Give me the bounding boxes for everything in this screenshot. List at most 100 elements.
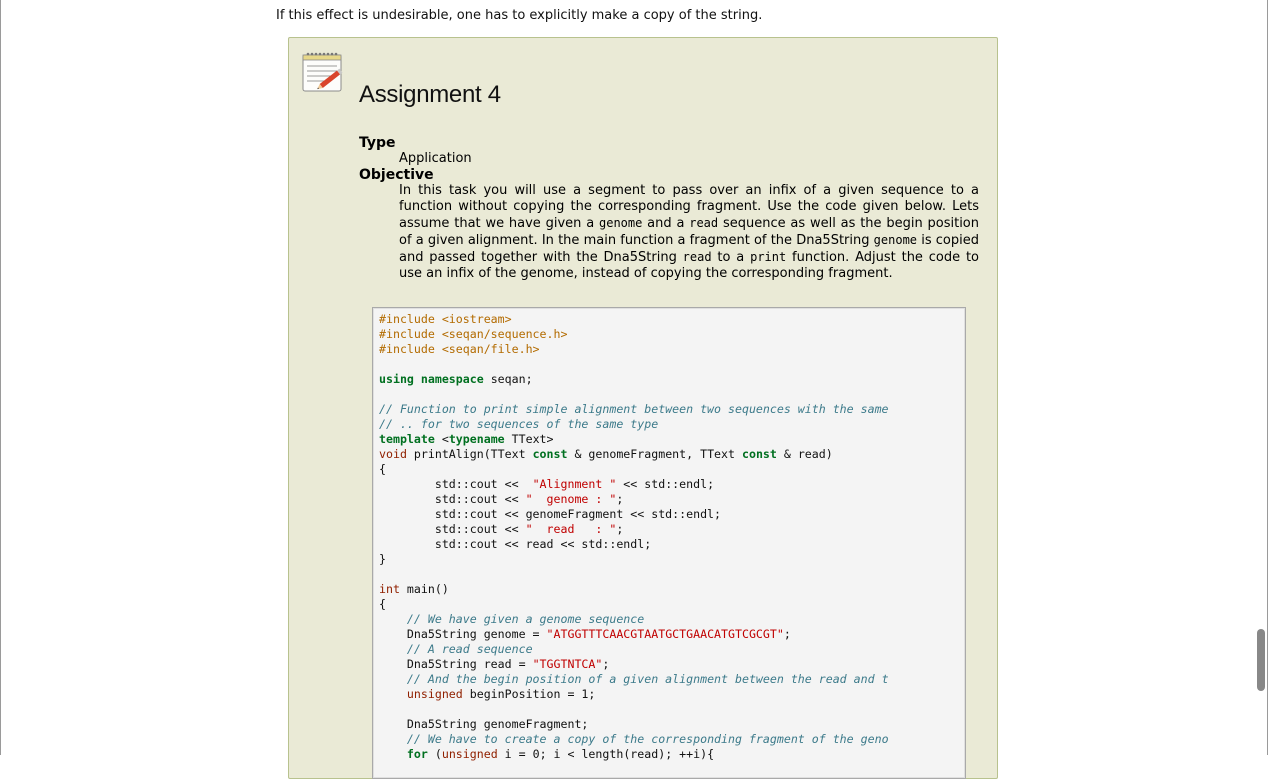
code-listing: #include <iostream> #include <seqan/seque… <box>373 308 965 762</box>
code-line: template <typename TText> <box>379 432 965 447</box>
code-token: ; <box>616 522 624 536</box>
code-token: for <box>406 747 428 761</box>
code-token: // Function to print simple alignment be… <box>379 402 889 416</box>
code-token: { <box>379 597 386 611</box>
code-token: #include <iostream> <box>379 312 512 326</box>
code-token: namespace <box>420 372 484 386</box>
code-token: unsigned <box>406 687 463 701</box>
code-token: "TGGTNTCA" <box>532 657 603 671</box>
code-token: i = 0; i < length(read); ++i){ <box>497 747 715 761</box>
objective-text: In this task you will use a segment to p… <box>399 183 979 281</box>
intro-paragraph: If this effect is undesirable, one has t… <box>276 8 763 23</box>
code-token: } <box>379 552 386 566</box>
notepad-pencil-icon <box>301 49 347 95</box>
code-line: } <box>379 552 965 567</box>
code-token: " genome : " <box>525 492 617 506</box>
code-token: std::cout << read << std::endl; <box>379 537 652 551</box>
code-token: unsigned <box>441 747 498 761</box>
code-line: // .. for two sequences of the same type <box>379 417 965 432</box>
code-token: TText> <box>504 432 554 446</box>
code-line: int main() <box>379 582 965 597</box>
code-line: { <box>379 462 965 477</box>
code-token: const <box>741 447 777 461</box>
code-token: ; <box>616 492 624 506</box>
code-block[interactable]: #include <iostream> #include <seqan/seque… <box>372 307 966 779</box>
code-token: #include <seqan/file.h> <box>379 342 540 356</box>
code-line: std::cout << " read : "; <box>379 522 965 537</box>
code-line: Dna5String genome = "ATGGTTTCAACGTAATGCT… <box>379 627 965 642</box>
type-label: Type <box>359 135 396 151</box>
assignment-title: Assignment 4 <box>359 81 501 108</box>
assignment-definition-list: Type Application Objective In this task … <box>359 135 979 282</box>
code-token: // And the begin position of a given ali… <box>406 672 889 686</box>
code-token: "Alignment " <box>532 477 617 491</box>
code-line: std::cout << " genome : "; <box>379 492 965 507</box>
code-line: // We have given a genome sequence <box>379 612 965 627</box>
code-line: Dna5String genomeFragment; <box>379 717 965 732</box>
objective-label: Objective <box>359 167 434 183</box>
code-token: template <box>379 432 435 446</box>
code-token: Dna5String genome = <box>379 627 547 641</box>
code-token: // .. for two sequences of the same type <box>379 417 659 431</box>
code-token: std::cout << genomeFragment << std::endl… <box>379 507 722 521</box>
code-line: Dna5String read = "TGGTNTCA"; <box>379 657 965 672</box>
code-line: // A read sequence <box>379 642 965 657</box>
code-token: Dna5String read = <box>379 657 533 671</box>
code-line: // And the begin position of a given ali… <box>379 672 965 687</box>
code-line: unsigned beginPosition = 1; <box>379 687 965 702</box>
code-token: " read : " <box>525 522 617 536</box>
code-token: "ATGGTTTCAACGTAATGCTGAACATGTCGCGT" <box>546 627 784 641</box>
code-token: ; <box>602 657 610 671</box>
code-token: std::cout << <box>379 492 526 506</box>
code-line: void printAlign(TText const & genomeFrag… <box>379 447 965 462</box>
code-line: { <box>379 597 965 612</box>
code-line: using namespace seqan; <box>379 372 965 387</box>
code-line: #include <iostream> <box>379 312 965 327</box>
code-token: // We have to create a copy of the corre… <box>406 732 889 746</box>
code-token: seqan; <box>483 372 533 386</box>
code-token: const <box>532 447 568 461</box>
code-token: & read) <box>776 447 833 461</box>
assignment-box: Assignment 4 Type Application Objective … <box>288 37 998 779</box>
code-token: main() <box>399 582 449 596</box>
code-line: #include <seqan/sequence.h> <box>379 327 965 342</box>
code-line: std::cout << genomeFragment << std::endl… <box>379 507 965 522</box>
code-token: beginPosition = 1; <box>462 687 596 701</box>
window-left-border <box>0 0 1 755</box>
code-token: #include <seqan/sequence.h> <box>379 327 568 341</box>
code-token: typename <box>448 432 505 446</box>
code-token: using <box>379 372 414 386</box>
scrollbar-thumb[interactable] <box>1257 629 1265 691</box>
code-token: void <box>379 447 407 461</box>
type-value: Application <box>399 151 472 166</box>
code-token: & genomeFragment, TText <box>567 447 742 461</box>
code-line: // We have to create a copy of the corre… <box>379 732 965 747</box>
code-token: ( <box>427 747 442 761</box>
code-token: { <box>379 462 386 476</box>
code-token: ; <box>783 627 791 641</box>
code-token: std::cout << <box>379 477 533 491</box>
code-line: // Function to print simple alignment be… <box>379 402 965 417</box>
code-token: Dna5String genomeFragment; <box>379 717 589 731</box>
code-line: std::cout << read << std::endl; <box>379 537 965 552</box>
code-token: // A read sequence <box>406 642 533 656</box>
code-line: std::cout << "Alignment " << std::endl; <box>379 477 965 492</box>
code-token: // We have given a genome sequence <box>406 612 645 626</box>
code-token: < <box>434 432 449 446</box>
code-token: << std::endl; <box>616 477 715 491</box>
code-line: #include <seqan/file.h> <box>379 342 965 357</box>
code-token: int <box>379 582 400 596</box>
code-token: std::cout << <box>379 522 526 536</box>
code-token: printAlign(TText <box>406 447 533 461</box>
